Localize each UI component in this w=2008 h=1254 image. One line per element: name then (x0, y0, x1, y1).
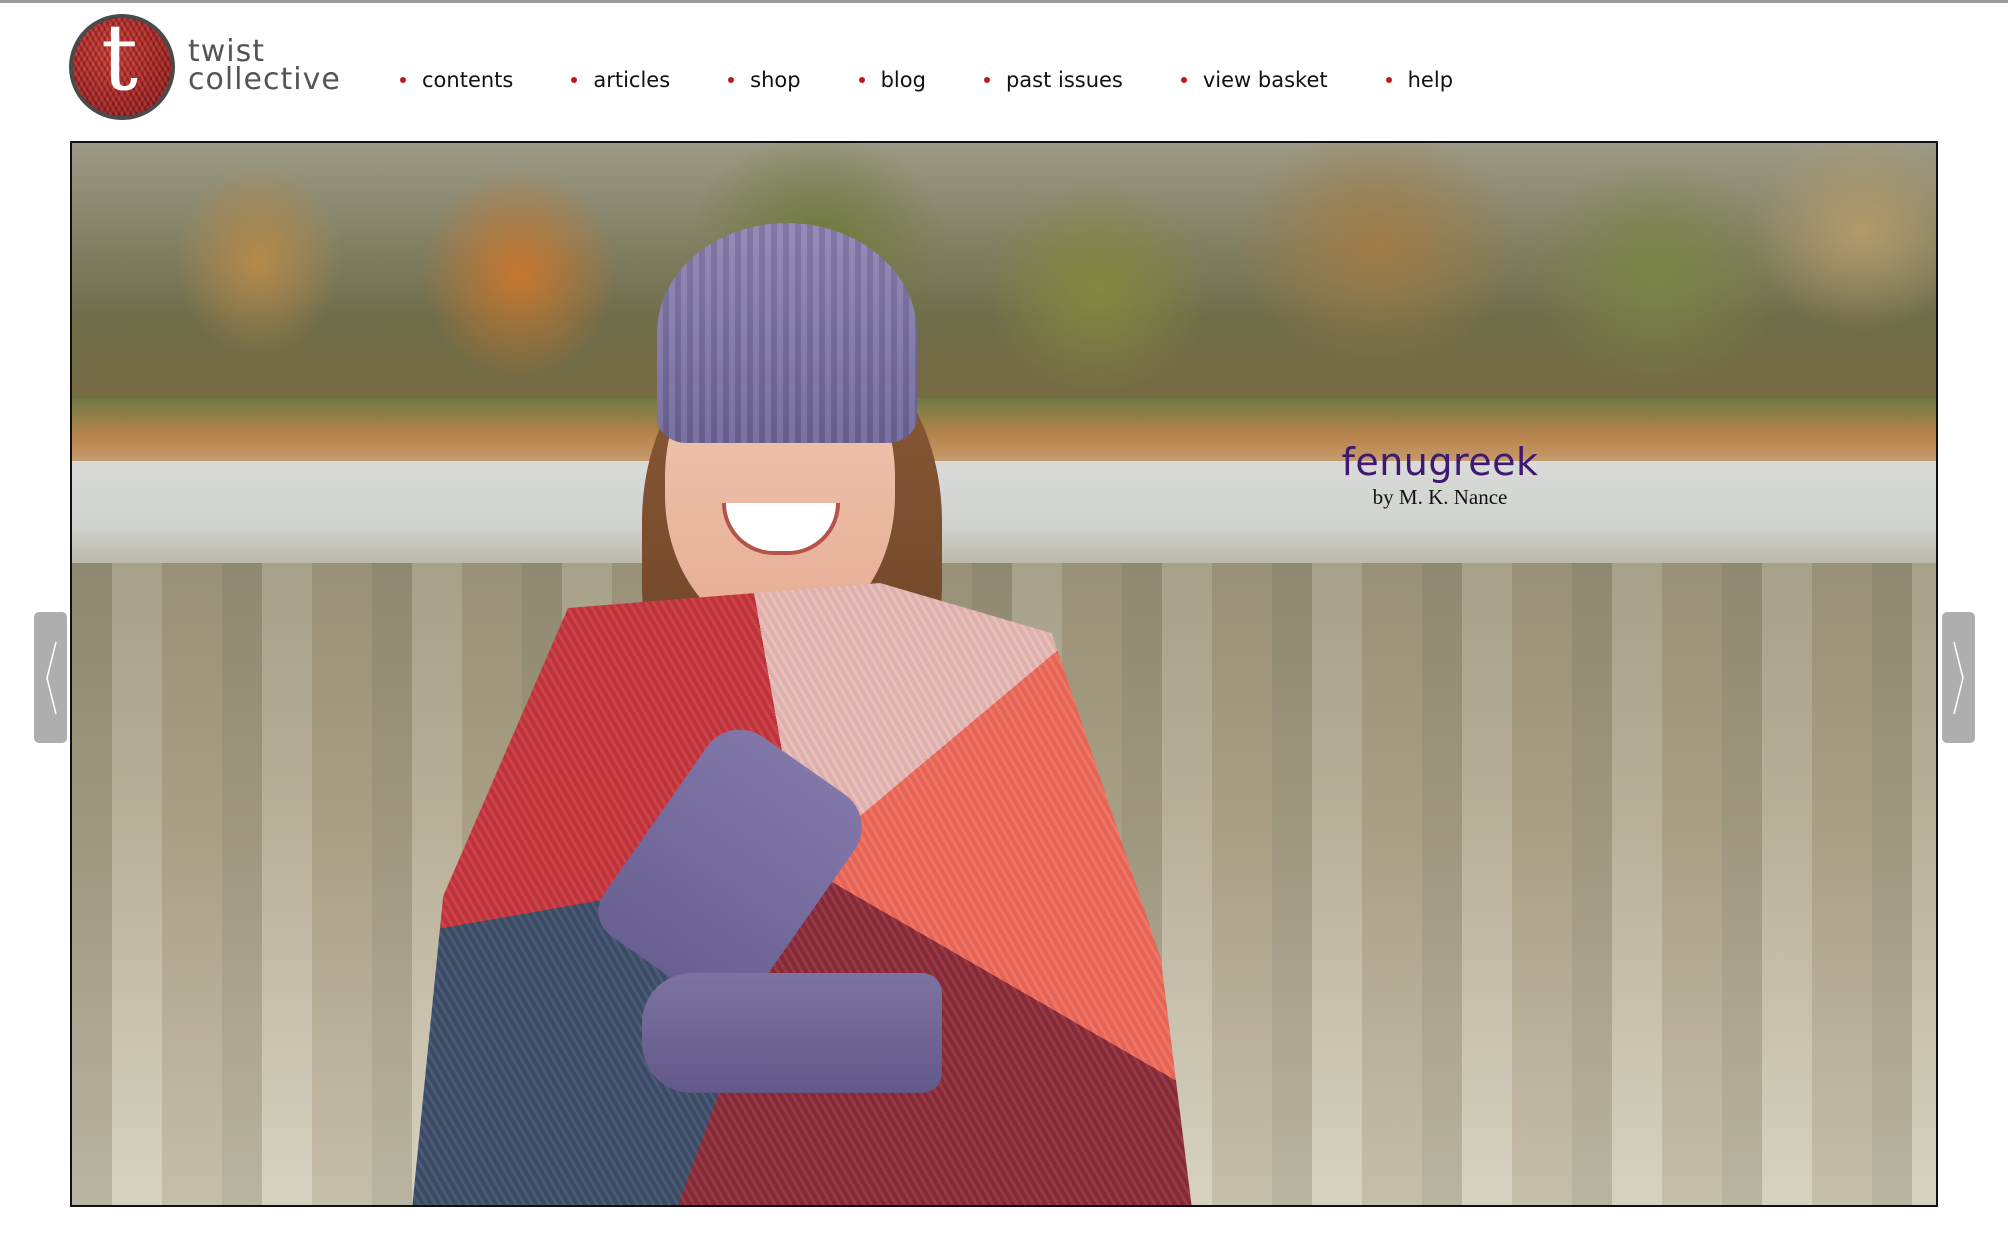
nav-item-contents[interactable]: contents (400, 68, 513, 92)
nav-bullet-icon (728, 77, 735, 83)
pattern-title[interactable]: fenugreek (1340, 440, 1540, 484)
slideshow-prev-button[interactable] (34, 612, 67, 743)
top-border (0, 0, 2008, 3)
chevron-right-icon (1952, 641, 1964, 714)
knit-glove-lower (642, 973, 942, 1093)
nav-label: contents (422, 68, 514, 92)
nav-item-view-basket[interactable]: view basket (1180, 68, 1328, 92)
nav-bullet-icon (983, 77, 990, 83)
pattern-designer: by M. K. Nance (1372, 485, 1508, 509)
nav-label: blog (880, 68, 926, 92)
nav-label: view basket (1202, 68, 1328, 92)
site-logo[interactable]: t twist collective (69, 14, 369, 124)
main-nav: contents articles shop blog past issues … (400, 64, 1453, 96)
chevron-left-icon (45, 641, 57, 714)
knit-hat (657, 223, 917, 443)
nav-bullet-icon (1180, 77, 1187, 83)
logo-word-collective: collective (188, 62, 341, 97)
nav-label: past issues (1005, 68, 1123, 92)
nav-item-blog[interactable]: blog (858, 68, 926, 92)
nav-bullet-icon (858, 77, 865, 83)
nav-bullet-icon (1385, 77, 1392, 83)
slideshow-next-button[interactable] (1942, 612, 1975, 743)
hero-slideshow[interactable]: fenugreek by M. K. Nance (70, 141, 1938, 1207)
hero-photo (72, 143, 1936, 1205)
logo-knit-texture: t (73, 18, 171, 116)
nav-bullet-icon (400, 77, 406, 83)
slide-caption[interactable]: fenugreek by M. K. Nance (1340, 440, 1540, 510)
nav-bullet-icon (571, 77, 578, 83)
nav-item-help[interactable]: help (1385, 68, 1454, 92)
photo-model (412, 183, 1192, 1205)
logo-badge: t (69, 14, 175, 120)
nav-item-past-issues[interactable]: past issues (983, 68, 1123, 92)
nav-label: shop (750, 68, 801, 92)
nav-item-shop[interactable]: shop (728, 68, 801, 92)
logo-letter: t (101, 18, 138, 111)
logo-wordmark: twist collective (188, 37, 341, 97)
nav-label: help (1407, 68, 1454, 92)
nav-item-articles[interactable]: articles (571, 68, 670, 92)
nav-label: articles (593, 68, 671, 92)
